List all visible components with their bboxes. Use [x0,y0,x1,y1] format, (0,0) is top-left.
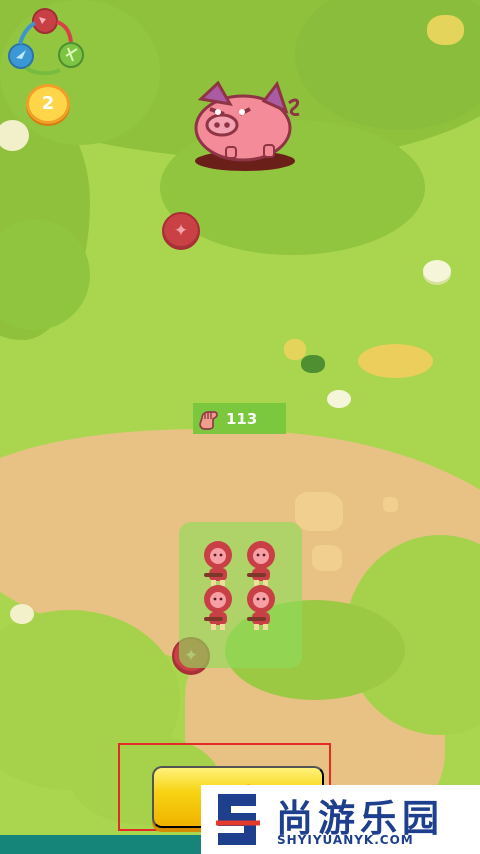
white-flower-icon [327,390,351,408]
lion-warrior-unit[interactable] [201,541,235,586]
game-scene: 2 ✦ ✦ 113 [0,0,480,854]
path-stone [312,545,342,571]
watermark-url: SHYIYUANYK.COM [277,833,414,847]
watermark-logo: 尚游乐园 SHYIYUANYK.COM [201,785,480,854]
meat-token[interactable]: ✦ [162,212,200,250]
watermark-s-icon [216,794,260,845]
player-squad-zone[interactable] [179,522,302,668]
power-indicator: 113 [193,403,286,434]
pig-boss-enemy[interactable] [185,70,305,172]
fist-icon [199,410,218,430]
lion-warrior-unit[interactable] [201,585,235,630]
lion-warrior-unit[interactable] [244,541,278,586]
lion-warrior-unit[interactable] [244,585,278,630]
dark-leaf-cluster-icon [301,355,325,373]
white-flower-icon [423,260,451,282]
element-cycle-icon[interactable] [8,8,90,90]
fallen-leaves-icon [358,344,433,378]
power-value: 113 [226,409,258,428]
yellow-leaf-cluster-icon [427,15,464,45]
path-stone [383,497,398,512]
white-flower-icon [10,604,34,624]
level-badge: 2 [26,84,70,124]
path-stone [295,492,343,531]
